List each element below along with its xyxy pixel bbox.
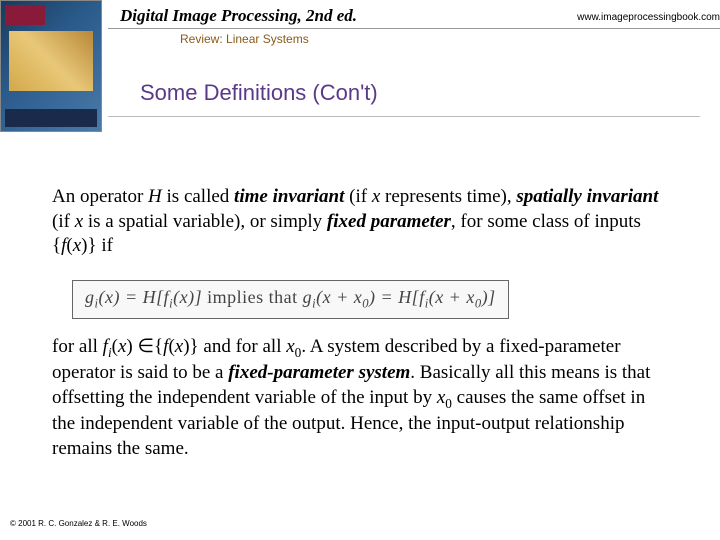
section-title: Some Definitions (Con't) [140,80,378,106]
slide-header: Digital Image Processing, 2nd ed. www.im… [0,0,720,68]
intro-paragraph: An operator H is called time invariant (… [52,185,672,259]
explanation-paragraph: for all fi(x) ∈{f(x)} and for all x0. A … [52,335,672,461]
book-title: Digital Image Processing, 2nd ed. [120,6,357,26]
chapter-subtitle: Review: Linear Systems [180,32,309,46]
header-rule [108,28,720,29]
book-cover-thumbnail [0,0,102,132]
copyright-notice: © 2001 R. C. Gonzalez & R. E. Woods [10,519,147,528]
title-rule [108,116,700,117]
equation: gi(x) = H[fi(x)] implies that gi(x + x0)… [72,280,509,319]
website-url: www.imageprocessingbook.com [577,12,720,23]
